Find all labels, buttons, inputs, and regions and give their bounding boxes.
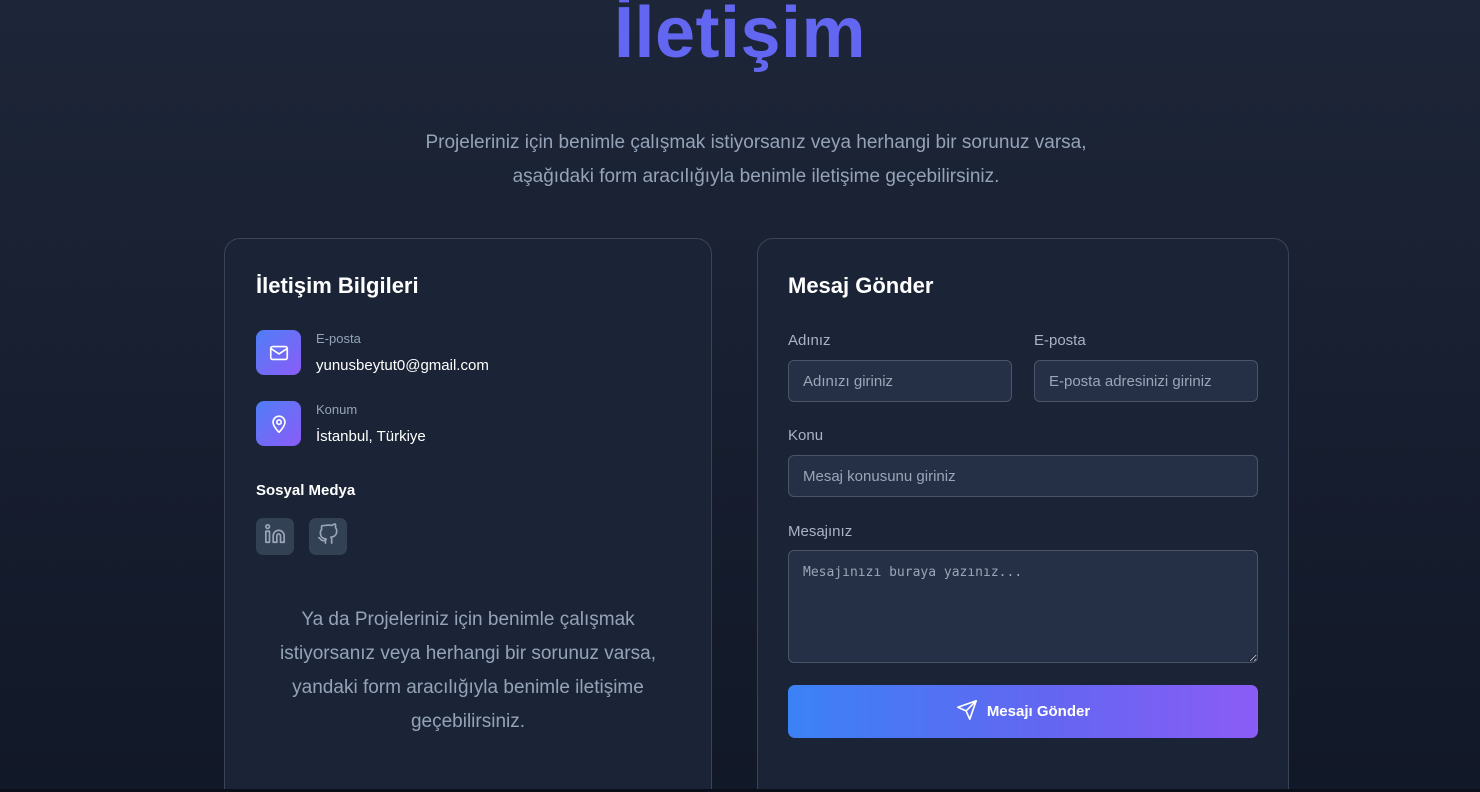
contact-note: Ya da Projeleriniz için benimle çalışmak… — [280, 609, 656, 732]
location-info-value: İstanbul, Türkiye — [316, 428, 426, 445]
subject-label: Konu — [788, 427, 824, 444]
social-media-heading: Sosyal Medya — [256, 482, 356, 499]
linkedin-link[interactable] — [256, 518, 294, 555]
contact-info-card: İletişim Bilgileri E-posta yunusbeytut0@… — [224, 238, 712, 792]
page-subtitle: Projeleriniz için benimle çalışmak istiy… — [425, 132, 1087, 187]
message-label: Mesajınız — [788, 523, 853, 540]
form-heading: Mesaj Gönder — [788, 273, 934, 298]
message-form-card: Mesaj Gönder Adınız E-posta Konu Mesajın… — [757, 238, 1289, 792]
github-icon — [317, 523, 339, 550]
subject-input[interactable] — [788, 455, 1258, 497]
send-message-label: Mesajı Gönder — [986, 703, 1091, 720]
message-textarea[interactable] — [788, 550, 1258, 663]
location-info-label: Konum — [316, 402, 358, 417]
social-links — [256, 518, 347, 555]
name-input[interactable] — [788, 360, 1012, 402]
send-message-button[interactable]: Mesajı Gönder — [788, 685, 1258, 738]
page-title: İletişim — [613, 0, 867, 73]
name-label: Adınız — [788, 332, 831, 349]
send-icon — [956, 699, 978, 725]
email-info-row: E-posta yunusbeytut0@gmail.com — [256, 330, 489, 375]
email-input[interactable] — [1034, 360, 1258, 402]
email-info-value[interactable]: yunusbeytut0@gmail.com — [316, 357, 489, 374]
mail-icon — [256, 330, 301, 375]
contact-info-heading: İletişim Bilgileri — [256, 273, 419, 298]
linkedin-icon — [264, 523, 286, 550]
email-info-label: E-posta — [316, 331, 361, 346]
location-info-row: Konum İstanbul, Türkiye — [256, 401, 426, 446]
github-link[interactable] — [309, 518, 347, 555]
email-label: E-posta — [1034, 332, 1086, 349]
map-pin-icon — [256, 401, 301, 446]
